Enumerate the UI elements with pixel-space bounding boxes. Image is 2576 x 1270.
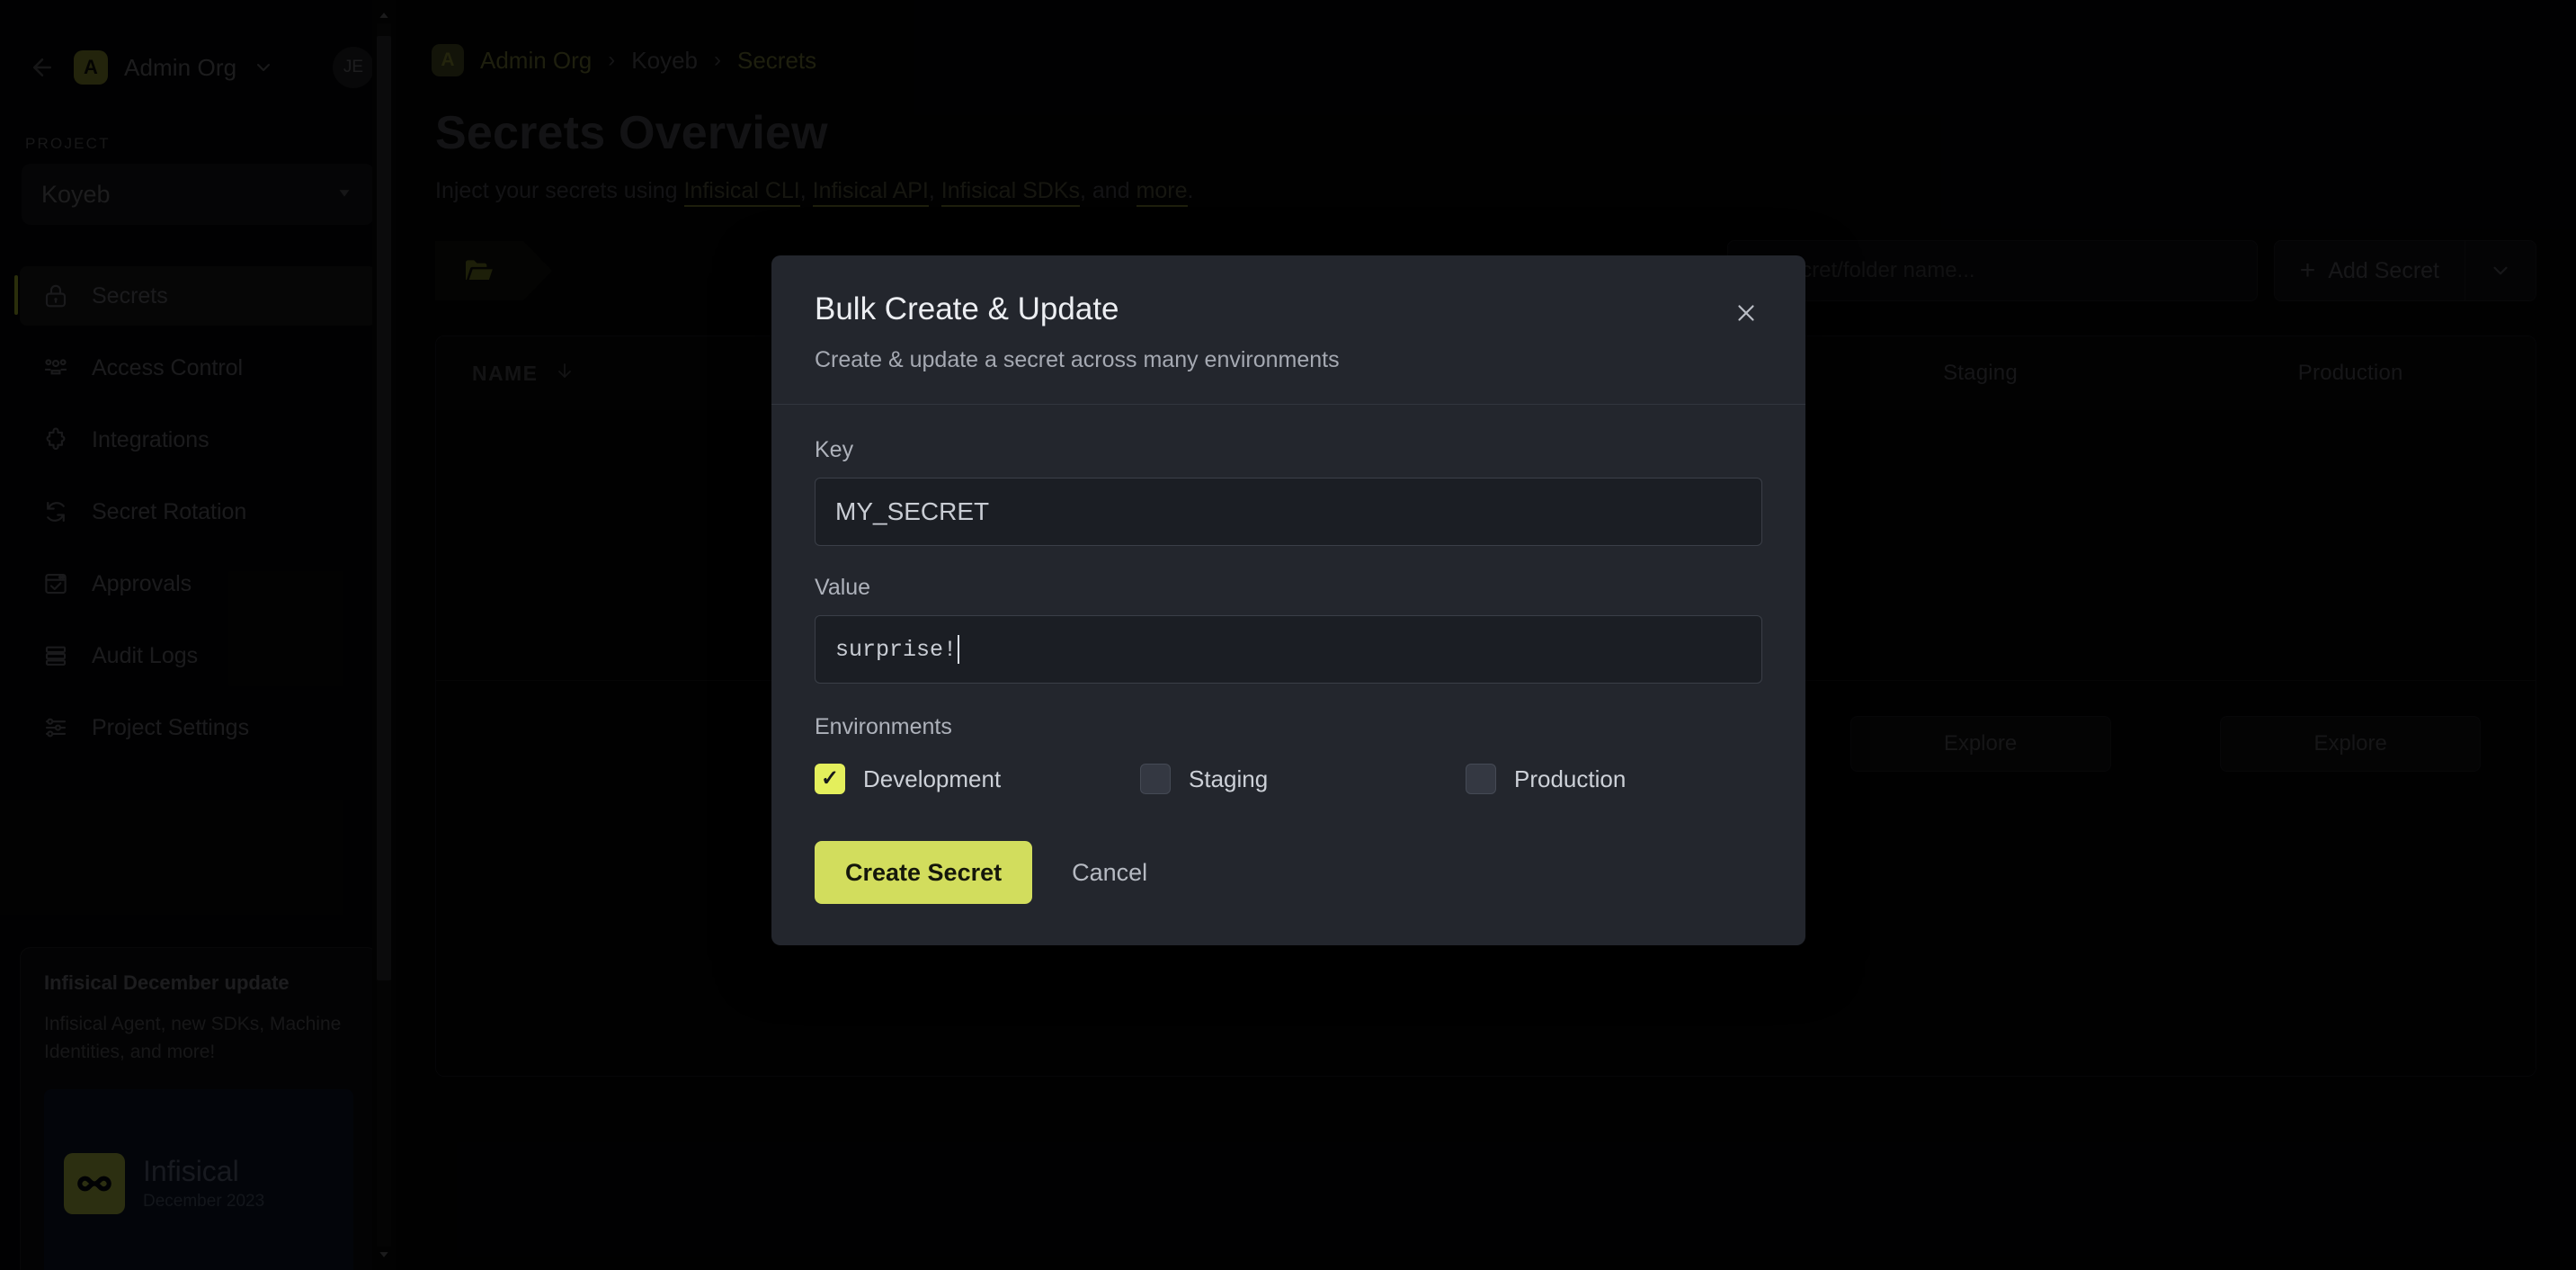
environment-label: Development xyxy=(863,765,1002,792)
text-cursor xyxy=(958,635,960,664)
environment-label: Production xyxy=(1514,765,1627,792)
environment-label: Staging xyxy=(1189,765,1269,792)
modal-body: Key MY_SECRET Value surprise! Environmen… xyxy=(771,405,1805,945)
modal-actions: Create Secret Cancel xyxy=(815,841,1762,904)
environments-row: ✓ Development Staging Production xyxy=(815,764,1762,794)
modal-header: Bulk Create & Update Create & update a s… xyxy=(771,255,1805,405)
value-field-label: Value xyxy=(815,575,871,600)
key-input[interactable]: MY_SECRET xyxy=(815,478,1762,546)
environments-label: Environments xyxy=(815,714,952,739)
environment-checkbox-production[interactable]: Production xyxy=(1466,764,1626,794)
check-icon: ✓ xyxy=(820,766,840,791)
key-field-label: Key xyxy=(815,437,854,462)
checkbox-icon[interactable]: ✓ xyxy=(815,764,845,794)
app-root: A Admin Org JE PROJECT Koyeb Secrets xyxy=(0,0,2576,1270)
modal-subtitle: Create & update a secret across many env… xyxy=(815,347,1340,372)
close-icon[interactable] xyxy=(1728,295,1764,331)
value-input[interactable]: surprise! xyxy=(815,615,1762,684)
checkbox-icon[interactable] xyxy=(1140,764,1171,794)
bulk-create-update-modal: Bulk Create & Update Create & update a s… xyxy=(771,255,1805,945)
create-secret-button[interactable]: Create Secret xyxy=(815,841,1033,904)
value-input-text: surprise! xyxy=(835,636,958,663)
environment-checkbox-development[interactable]: ✓ Development xyxy=(815,764,1140,794)
modal-title: Bulk Create & Update xyxy=(815,291,1119,326)
checkbox-icon[interactable] xyxy=(1466,764,1496,794)
environment-checkbox-staging[interactable]: Staging xyxy=(1140,764,1466,794)
cancel-button[interactable]: Cancel xyxy=(1052,841,1167,904)
